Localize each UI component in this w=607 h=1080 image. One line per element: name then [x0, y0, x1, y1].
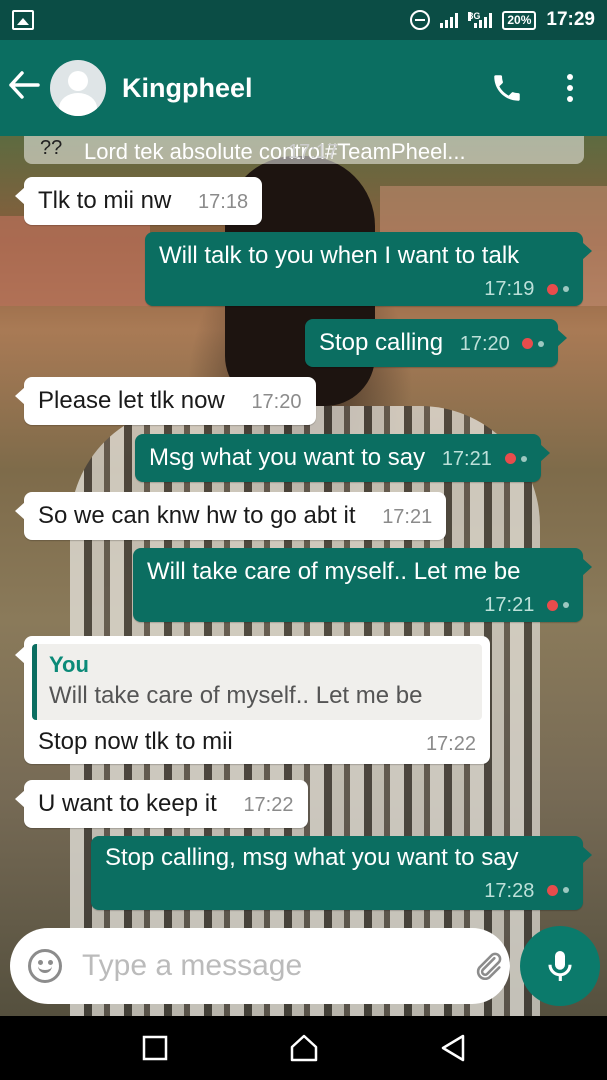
message-status-icon [547, 599, 569, 611]
status-preview-bar[interactable]: ?? 17:17 Lord tek absolute control#TeamP… [24, 136, 584, 164]
system-nav-bar [0, 1016, 607, 1080]
back-nav-icon[interactable] [423, 1018, 483, 1078]
avatar-icon[interactable] [50, 60, 106, 116]
message-outgoing[interactable]: Will take care of myself.. Let me be 17:… [133, 548, 592, 622]
message-status-icon [547, 884, 569, 896]
status-bar: 3G 20% 17:29 [0, 0, 607, 40]
emoji-icon[interactable] [28, 949, 62, 983]
dnd-icon [410, 10, 431, 30]
wallpaper-roof-left [0, 216, 150, 306]
status-time: 17:29 [546, 9, 595, 30]
message-time: 17:18 [198, 191, 249, 213]
chat-area[interactable]: ?? 17:17 Lord tek absolute control#TeamP… [0, 136, 607, 1016]
message-outgoing[interactable]: Will talk to you when I want to talk 17:… [145, 232, 592, 306]
message-time: 17:19 [484, 278, 535, 301]
more-vert-icon[interactable] [555, 74, 585, 102]
message-time: 17:21 [382, 506, 433, 528]
status-preview-time: 17:17 [288, 141, 339, 163]
quoted-message[interactable]: You Will take care of myself.. Let me be [32, 644, 482, 721]
status-preview-text: Lord tek absolute control#TeamPheel... [84, 139, 466, 164]
message-input[interactable] [82, 949, 468, 983]
message-text: Msg what you want to say [149, 444, 426, 471]
message-status-icon [522, 338, 545, 350]
quote-author: You [49, 652, 89, 677]
message-time: 17:21 [441, 448, 492, 470]
signal-icon [440, 12, 459, 28]
message-incoming[interactable]: Please let tlk now 17:20 [15, 377, 316, 426]
contact-name[interactable]: Kingpheel [122, 73, 483, 104]
chat-header: Kingpheel [0, 40, 607, 136]
network-label: 3G [468, 11, 481, 21]
message-time: 17:21 [484, 594, 535, 617]
status-preview-marks: ?? [40, 137, 63, 159]
home-icon[interactable] [274, 1018, 334, 1078]
message-text: U want to keep it [38, 790, 217, 817]
quote-text: Will take care of myself.. Let me be [49, 681, 423, 709]
message-status-icon [547, 283, 569, 295]
message-incoming-reply[interactable]: You Will take care of myself.. Let me be… [15, 636, 490, 765]
message-text: Stop now tlk to mii [38, 728, 233, 756]
phone-icon[interactable] [483, 71, 531, 105]
back-arrow-icon[interactable] [8, 71, 50, 105]
message-incoming[interactable]: U want to keep it 17:22 [15, 780, 308, 829]
message-incoming[interactable]: Tlk to mii nw 17:18 [14, 177, 263, 226]
message-time: 17:28 [484, 879, 535, 902]
attach-icon[interactable] [468, 949, 508, 983]
message-incoming[interactable]: So we can knw hw to go abt it 17:21 [14, 492, 447, 541]
recents-icon[interactable] [125, 1018, 185, 1078]
message-time: 17:20 [459, 333, 510, 355]
message-text: Stop calling [319, 329, 444, 356]
message-outgoing[interactable]: Stop calling 17:20 [305, 319, 568, 368]
mic-icon [548, 951, 572, 981]
message-time: 17:22 [243, 794, 294, 816]
message-status-icon [504, 453, 527, 465]
message-text: Stop calling, msg what you want to say [105, 844, 519, 871]
message-outgoing[interactable]: Msg what you want to say 17:21 [135, 434, 550, 483]
message-outgoing[interactable]: Stop calling, msg what you want to say 1… [91, 836, 592, 910]
battery-indicator: 20% [502, 10, 537, 30]
message-time: 17:20 [251, 391, 302, 413]
message-text: Will take care of myself.. Let me be [147, 558, 521, 585]
message-text: Please let tlk now [38, 387, 225, 414]
message-text: Tlk to mii nw [38, 187, 172, 214]
gallery-icon [12, 10, 34, 30]
message-text: So we can knw hw to go abt it [38, 502, 356, 529]
signal-icon-2: 3G [468, 11, 493, 28]
mic-button[interactable] [520, 926, 600, 1006]
message-time: 17:22 [425, 733, 476, 756]
message-text: Will talk to you when I want to talk [159, 242, 520, 269]
message-composer[interactable] [10, 928, 510, 1004]
